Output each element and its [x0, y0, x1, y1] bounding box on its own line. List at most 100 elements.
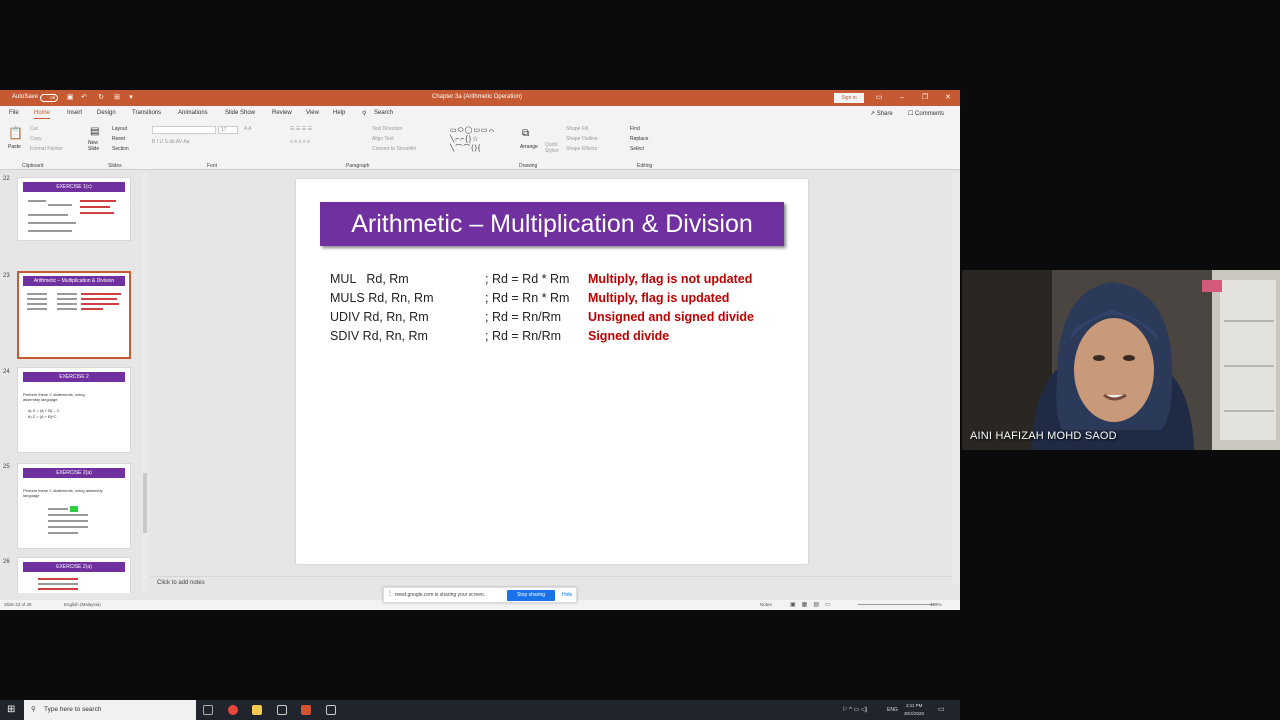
task-view-icon[interactable] — [203, 705, 213, 715]
thumbnail-body: Perform these C statements, using assemb… — [23, 488, 103, 498]
notifications-icon[interactable]: ▭ — [938, 705, 945, 713]
signin-button[interactable]: Sign in — [834, 93, 864, 103]
clipboard-group-label: Clipboard — [22, 163, 44, 169]
font-style-buttons[interactable]: B I U S ab AV Aa — [152, 139, 189, 145]
clock-date[interactable]: 30/4/2020 — [904, 711, 924, 716]
font-size-select[interactable]: 17 — [218, 126, 238, 134]
tab-animations[interactable]: Animations — [178, 110, 208, 116]
new-slide-icon[interactable]: ▤ — [90, 126, 99, 137]
shape-fill-button[interactable]: Shape Fill — [566, 126, 588, 132]
clock-time[interactable]: 3:11 PM — [906, 703, 922, 708]
slide-number: 23 — [3, 273, 10, 279]
align-text-button[interactable]: Align Text — [372, 136, 394, 142]
hide-button[interactable]: Hide — [562, 592, 572, 598]
slide-counter: Slide 23 of 28 — [4, 602, 32, 607]
slide-thumbnails-pane: 22 EXERCISE 1(c) 23 Arithmetic – Multipl… — [0, 171, 150, 593]
new-slide-button[interactable]: New Slide — [88, 140, 104, 152]
arrange-icon[interactable]: ⧉ — [522, 128, 529, 139]
tab-home[interactable]: Home — [34, 110, 51, 119]
font-family-select[interactable] — [152, 126, 216, 134]
smartart-button[interactable]: Convert to SmartArt — [372, 146, 416, 152]
tab-review[interactable]: Review — [272, 110, 292, 116]
restore-icon[interactable]: ❐ — [921, 94, 929, 102]
search-icon[interactable]: ⚲ — [362, 110, 366, 117]
paste-icon[interactable]: 📋 — [8, 126, 23, 140]
stop-sharing-button[interactable]: Stop sharing — [507, 590, 555, 601]
find-button[interactable]: Find — [630, 126, 640, 132]
system-tray-icons[interactable]: ⚐ ^ ▭ ◁) — [842, 706, 867, 713]
file-explorer-icon[interactable] — [252, 705, 262, 715]
share-button[interactable]: ↗ Share — [870, 110, 893, 117]
editing-group-label: Editing — [637, 163, 653, 169]
zoom-level[interactable]: 108% — [930, 602, 942, 607]
slide-canvas[interactable]: Arithmetic – Multiplication & Division M… — [296, 179, 808, 564]
thumbnail-title: EXERCISE 1(c) — [23, 182, 125, 192]
thumbnails-scrollbar[interactable] — [142, 173, 148, 593]
windows-start-icon[interactable]: ⊞ — [7, 704, 15, 715]
format-painter-button[interactable]: Format Painter — [30, 146, 63, 152]
shapes-gallery[interactable]: ▭⬭◯▭▭⌒ ╲⌐⌐{}☆ ╲⌒⌒(){ — [450, 126, 495, 153]
quick-styles-button[interactable]: Quick Styles — [545, 142, 561, 154]
tab-transitions[interactable]: Transitions — [132, 110, 161, 116]
slide-thumbnail-26[interactable]: EXERCISE 2(a) — [17, 557, 131, 593]
customize-icon[interactable]: ▾ — [127, 94, 135, 102]
taskbar-search[interactable]: ⚲ Type here to search — [24, 700, 196, 720]
layout-button[interactable]: Layout — [112, 126, 127, 132]
calculator-icon[interactable] — [326, 705, 336, 715]
comments-button[interactable]: ☐ Comments — [908, 110, 944, 117]
replace-button[interactable]: Replace — [630, 136, 648, 142]
autosave-toggle[interactable]: Off — [40, 94, 58, 102]
view-buttons[interactable]: ▣▦▤▭ — [790, 601, 837, 608]
participant-video-frame — [962, 270, 1280, 450]
thumbnail-title: Arithmetic – Multiplication & Division — [23, 276, 125, 286]
minimize-icon[interactable]: – — [898, 94, 906, 102]
paste-button[interactable]: Paste — [8, 144, 21, 150]
windows-taskbar: ⊞ ⚲ Type here to search ⚐ ^ ▭ ◁) ENG 3:1… — [0, 700, 960, 720]
tab-slide-show[interactable]: Slide Show — [225, 110, 255, 116]
reset-button[interactable]: Reset — [112, 136, 125, 142]
text-direction-button[interactable]: Text Direction — [372, 126, 402, 132]
input-language[interactable]: ENG — [887, 707, 898, 713]
tab-help[interactable]: Help — [333, 110, 345, 116]
operation-text: ; Rd = Rn/Rm — [485, 310, 562, 324]
participant-video[interactable] — [962, 270, 1280, 450]
shape-effects-button[interactable]: Shape Effects — [566, 146, 597, 152]
slides-group-label: Slides — [108, 163, 122, 169]
redo-icon[interactable]: ↻ — [97, 94, 105, 102]
undo-icon[interactable]: ↶ — [80, 94, 88, 102]
select-button[interactable]: Select — [630, 146, 644, 152]
chrome-icon[interactable] — [228, 705, 238, 715]
title-bar: AutoSave Off ▣ ↶ ↻ ⊞ ▾ Chapter 3a (Arith… — [0, 90, 960, 106]
ribbon-display-icon[interactable]: ▭ — [875, 94, 883, 102]
zoom-slider[interactable] — [858, 604, 934, 605]
slide-thumbnail-25[interactable]: EXERCISE 2(a) Perform these C statements… — [17, 463, 131, 549]
close-icon[interactable]: ✕ — [944, 94, 952, 102]
slide-thumbnail-24[interactable]: EXERCISE 2 Perform these C statements, u… — [17, 367, 131, 453]
language-status[interactable]: English (Malaysia) — [64, 602, 101, 607]
powerpoint-icon[interactable] — [301, 705, 311, 715]
tab-design[interactable]: Design — [97, 110, 116, 116]
notes-toggle[interactable]: Notes — [760, 602, 772, 607]
tab-insert[interactable]: Insert — [67, 110, 82, 116]
tab-view[interactable]: View — [306, 110, 319, 116]
ribbon-search[interactable]: Search — [374, 110, 393, 116]
drag-handle-icon[interactable]: ⋮ — [387, 590, 393, 597]
align-buttons[interactable]: ≡ ≡ ≡ ≡ ≡ — [290, 139, 310, 145]
list-buttons[interactable]: ☰ ☰ ☰ ☰ — [290, 126, 312, 132]
present-icon[interactable]: ⊞ — [113, 94, 121, 102]
copy-button[interactable]: Copy — [30, 136, 42, 142]
save-icon[interactable]: ▣ — [66, 94, 74, 102]
cut-button[interactable]: Cut — [30, 126, 38, 132]
instruction-row: UDIV Rd, Rn, Rm ; Rd = Rn/Rm Unsigned an… — [330, 310, 754, 324]
section-button[interactable]: Section — [112, 146, 129, 152]
shape-outline-button[interactable]: Shape Outline — [566, 136, 598, 142]
slide-thumbnail-23[interactable]: Arithmetic – Multiplication & Division — [17, 271, 131, 359]
tab-file[interactable]: File — [9, 110, 19, 116]
slide-thumbnail-22[interactable]: EXERCISE 1(c) — [17, 177, 131, 241]
instruction-row: MUL Rd, Rm ; Rd = Rd * Rm Multiply, flag… — [330, 272, 752, 286]
app-icon[interactable] — [277, 705, 287, 715]
slide-scrollbar[interactable] — [952, 173, 960, 583]
font-grow-icon[interactable]: A A — [244, 126, 252, 132]
thumbnail-title: EXERCISE 2(a) — [23, 468, 125, 478]
arrange-button[interactable]: Arrange — [520, 144, 538, 150]
